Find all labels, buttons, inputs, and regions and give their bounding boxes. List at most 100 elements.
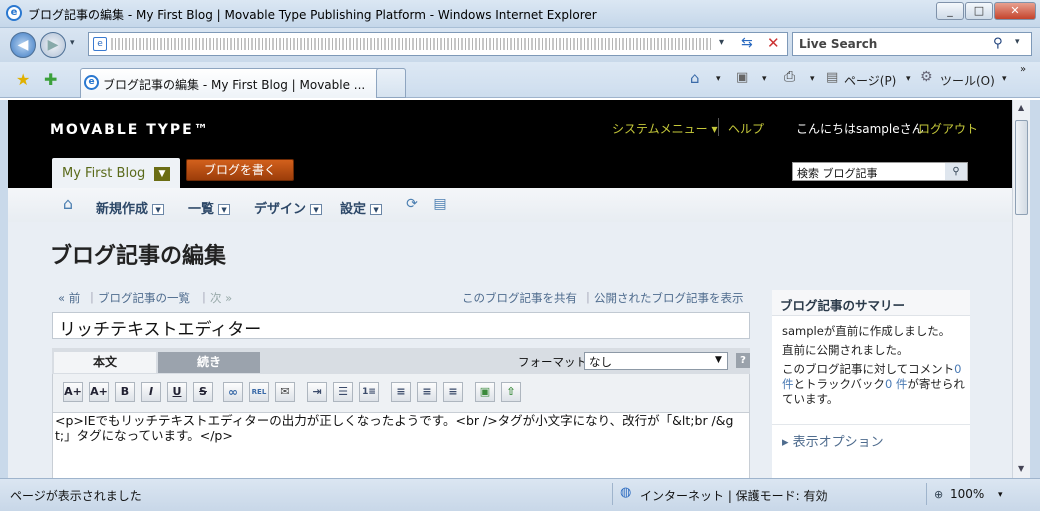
stop-icon[interactable]: ✕: [767, 34, 780, 52]
format-help-button[interactable]: ?: [736, 353, 750, 368]
blog-dropdown-icon[interactable]: ▼: [154, 167, 170, 181]
add-favorites-icon[interactable]: ✚: [44, 70, 57, 89]
minimize-button[interactable]: _: [936, 2, 964, 20]
tab-title: ブログ記事の編集 - My First Blog | Movable ...: [103, 78, 366, 92]
refresh-icon[interactable]: ⇆: [741, 35, 753, 51]
rebuild-icon[interactable]: ⟳: [404, 196, 420, 212]
entry-body-editor[interactable]: <p>IEでもリッチテキストエディターの出力が正しくなったようです。<br />…: [52, 412, 750, 478]
entry-title-value: リッチテキストエディター: [59, 320, 262, 340]
blog-selector[interactable]: My First Blog ▼: [52, 158, 180, 188]
print-dropdown-icon[interactable]: ▾: [810, 74, 815, 84]
browser-tab-active[interactable]: e ブログ記事の編集 - My First Blog | Movable ...: [80, 68, 406, 98]
display-options-toggle[interactable]: ▸ 表示オプション: [772, 424, 970, 450]
trackbacks-count-link[interactable]: 0 件: [885, 377, 907, 391]
scroll-up-icon[interactable]: ▲: [1018, 103, 1024, 112]
rel-link-icon[interactable]: REL: [249, 382, 269, 402]
format-select[interactable]: なし ▼: [584, 352, 728, 370]
zoom-dropdown-icon[interactable]: ▾: [998, 490, 1003, 500]
font-size-decrease-button[interactable]: A+: [89, 382, 109, 402]
close-window-button[interactable]: ✕: [994, 2, 1036, 20]
tools-dropdown-icon[interactable]: ▾: [1002, 74, 1007, 84]
page-menu[interactable]: ページ(P): [844, 72, 896, 89]
gear-icon: ⚙: [920, 69, 933, 85]
greeting-text: こんにちはsampleさん: [796, 122, 924, 136]
email-link-icon[interactable]: ✉: [275, 382, 295, 402]
feeds-dropdown-icon[interactable]: ▾: [762, 74, 767, 84]
dashboard-home-icon[interactable]: ⌂: [60, 196, 76, 212]
link-icon[interactable]: ∞: [223, 382, 243, 402]
menu-settings-dropdown-icon[interactable]: ▼: [370, 204, 383, 215]
align-center-icon[interactable]: ≡: [417, 382, 437, 402]
prev-link[interactable]: « 前: [58, 290, 80, 306]
insert-image-icon[interactable]: ▣: [475, 382, 495, 402]
chevron-more-icon[interactable]: »: [1020, 64, 1026, 75]
align-right-icon[interactable]: ≡: [443, 382, 463, 402]
menu-new-dropdown-icon[interactable]: ▼: [152, 204, 165, 215]
home-dropdown-icon[interactable]: ▾: [716, 74, 721, 84]
share-entry-link[interactable]: このブログ記事を共有: [462, 290, 577, 306]
mt-logo[interactable]: MOVABLE TYPE™: [50, 122, 210, 138]
chevron-down-icon: ▼: [715, 355, 722, 365]
numbered-list-icon[interactable]: 1≡: [359, 382, 379, 402]
feeds-icon[interactable]: ▣: [736, 70, 748, 85]
status-text: ページが表示されました: [10, 489, 142, 503]
underline-button[interactable]: U: [167, 382, 187, 402]
menu-list[interactable]: 一覧 ▼: [188, 198, 231, 217]
header-search-input[interactable]: 検索 ブログ記事 ⚲: [792, 162, 968, 181]
menu-design-dropdown-icon[interactable]: ▼: [310, 204, 323, 215]
view-site-icon[interactable]: ▤: [432, 196, 448, 212]
align-left-icon[interactable]: ≡: [391, 382, 411, 402]
entries-list-link[interactable]: ブログ記事の一覧: [98, 290, 190, 306]
scroll-down-icon[interactable]: ▼: [1018, 464, 1024, 473]
tools-menu[interactable]: ツール(O): [940, 72, 995, 89]
search-dropdown-icon[interactable]: ▾: [1015, 37, 1020, 47]
live-search-input[interactable]: Live Search ⚲ ▾: [792, 32, 1032, 56]
help-link[interactable]: ヘルプ: [728, 120, 764, 137]
write-entry-button[interactable]: ブログを書く: [186, 159, 294, 181]
strikethrough-button[interactable]: S: [193, 382, 213, 402]
new-tab-button[interactable]: [376, 68, 406, 98]
upload-file-icon[interactable]: ⇧: [501, 382, 521, 402]
menu-list-dropdown-icon[interactable]: ▼: [218, 204, 231, 215]
menu-new[interactable]: 新規作成 ▼: [96, 198, 165, 217]
back-button[interactable]: ◀: [10, 32, 36, 58]
print-icon[interactable]: ⎙: [784, 69, 795, 85]
home-icon[interactable]: ⌂: [690, 69, 700, 87]
favorites-star-icon[interactable]: ★: [16, 70, 30, 89]
mt-header: MOVABLE TYPE™ システムメニュー ▾ ヘルプ こんにちはsample…: [8, 100, 1012, 188]
bold-button[interactable]: B: [115, 382, 135, 402]
tab-extended[interactable]: 続き: [158, 352, 260, 373]
menu-settings[interactable]: 設定 ▼: [340, 198, 383, 217]
summary-created: sampleが直前に作成しました。: [782, 324, 951, 338]
url-input[interactable]: e ▾ ⇆ ✕: [88, 32, 788, 56]
scrollbar-thumb[interactable]: [1015, 120, 1028, 215]
zoom-level[interactable]: 100%: [950, 487, 984, 501]
menu-design[interactable]: デザイン ▼: [254, 198, 323, 217]
forward-button[interactable]: ▶: [40, 32, 66, 58]
italic-button[interactable]: I: [141, 382, 161, 402]
system-menu-link[interactable]: システムメニュー ▾: [612, 120, 717, 137]
url-dropdown-icon[interactable]: ▾: [719, 37, 724, 48]
header-search-icon[interactable]: ⚲: [945, 163, 967, 180]
entry-title-input[interactable]: リッチテキストエディター: [52, 312, 750, 340]
indent-icon[interactable]: ⇥: [307, 382, 327, 402]
format-label: フォーマット:: [518, 355, 591, 369]
tab-page-icon: e: [84, 75, 99, 90]
search-icon[interactable]: ⚲: [993, 36, 1003, 51]
history-dropdown-icon[interactable]: ▾: [70, 38, 75, 48]
font-size-increase-button[interactable]: A+: [63, 382, 83, 402]
tab-row: ★ ✚ e ブログ記事の編集 - My First Blog | Movable…: [0, 62, 1040, 98]
vertical-scrollbar[interactable]: ▲ ▼: [1012, 100, 1030, 478]
page-icon: ▤: [826, 70, 839, 85]
maximize-button[interactable]: □: [965, 2, 993, 20]
menu-settings-label: 設定: [340, 202, 367, 217]
view-published-link[interactable]: 公開されたブログ記事を表示: [594, 290, 744, 306]
window-frame-left: [0, 100, 8, 478]
security-zone[interactable]: インターネット | 保護モード: 有効: [640, 487, 828, 504]
tab-body[interactable]: 本文: [54, 352, 156, 373]
status-divider: [612, 483, 613, 505]
logout-link[interactable]: ログアウト: [918, 120, 978, 137]
bullet-list-icon[interactable]: ☰: [333, 382, 353, 402]
ie-logo-icon: e: [6, 5, 22, 21]
page-dropdown-icon[interactable]: ▾: [906, 74, 911, 84]
